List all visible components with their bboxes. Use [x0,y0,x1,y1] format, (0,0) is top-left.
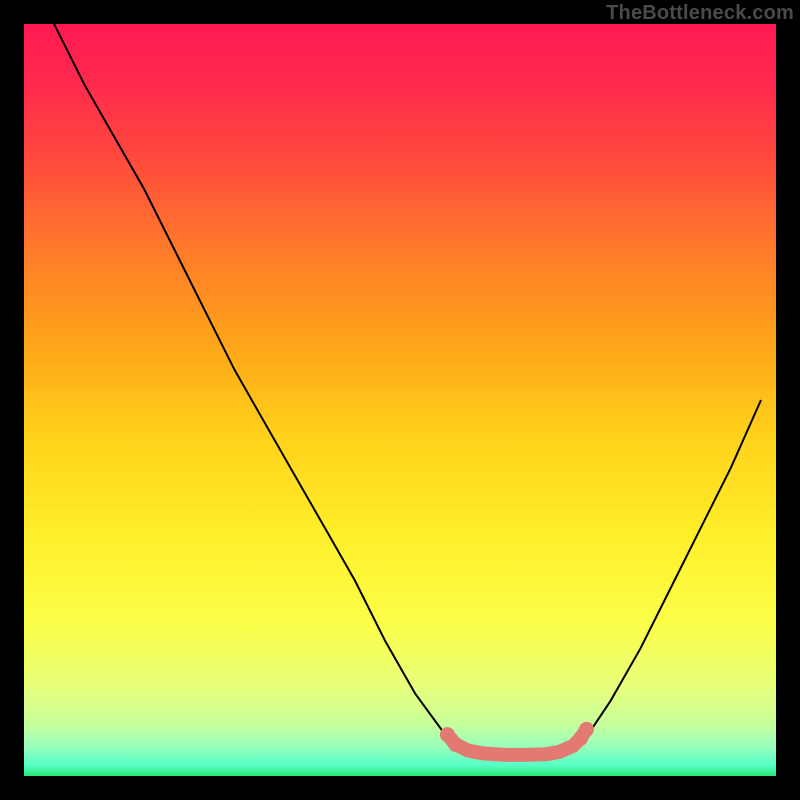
gradient-background [24,24,776,776]
chart-frame [24,24,776,776]
watermark-label: TheBottleneck.com [606,2,794,25]
chart-canvas [24,24,776,776]
